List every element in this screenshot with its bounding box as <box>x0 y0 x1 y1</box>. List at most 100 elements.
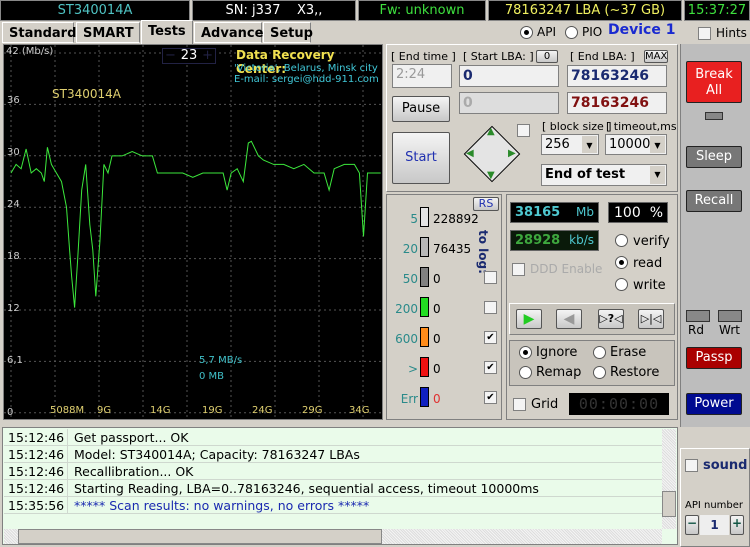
api-label: API <box>537 25 556 39</box>
pio-radio[interactable] <box>565 26 578 39</box>
end-action-value: End of test <box>545 167 626 182</box>
percent-display: 100% <box>608 202 668 223</box>
timeout-value: 10000 <box>609 137 651 152</box>
read-indicator <box>686 310 710 322</box>
log-vertical-scrollbar[interactable] <box>662 429 676 529</box>
direction-checkbox[interactable] <box>517 124 530 137</box>
butterfly-icon[interactable]: ▷|◁ <box>638 309 664 329</box>
block-size-label: [ block size ] <box>542 120 612 133</box>
random-access-icon[interactable]: ▷?◁ <box>598 309 624 329</box>
start-lba-field[interactable]: 0 <box>459 65 559 87</box>
y-tick: 6,1 <box>7 355 23 366</box>
promo-line1: 'Victoria', Belarus, Minsk city <box>234 63 378 74</box>
zoom-spinner[interactable]: −23 + <box>162 48 216 64</box>
log-checkbox[interactable]: ✔ <box>484 361 497 374</box>
color-swatch <box>420 387 429 407</box>
direction-pad[interactable]: ▲ ▼ ◀ ▶ <box>462 124 522 184</box>
log-row: 15:12:46 Get passport... OK <box>4 429 662 446</box>
y-tick: 24 <box>7 199 20 210</box>
log-checkbox[interactable]: ✔ <box>484 391 497 404</box>
log-checkbox[interactable]: ✔ <box>484 331 497 344</box>
log-time: 15:35:56 <box>4 497 68 514</box>
tab-tests[interactable]: Tests <box>141 20 193 44</box>
api-number-minus[interactable]: − <box>685 515 699 535</box>
threshold-label: 50 <box>402 272 418 286</box>
api-number-label: API number <box>685 500 744 511</box>
ignore-radio[interactable] <box>519 346 532 359</box>
read-radio[interactable] <box>615 256 628 269</box>
play-backward-icon[interactable]: ◀ <box>556 309 582 329</box>
timeout-select[interactable]: 10000 ▼ <box>605 134 667 155</box>
threshold-label: 600 <box>395 332 418 346</box>
chevron-down-icon[interactable]: ▼ <box>582 136 597 153</box>
log-horizontal-scrollbar[interactable] <box>4 529 662 544</box>
chevron-down-icon[interactable]: ▼ <box>650 166 665 184</box>
max-lba-button[interactable]: MAX <box>644 50 668 63</box>
count-value: 0 <box>433 272 441 286</box>
log-message: Model: ST340014A; Capacity: 78163247 LBA… <box>74 447 360 462</box>
threshold-label: 200 <box>395 302 418 316</box>
restore-radio[interactable] <box>593 366 606 379</box>
tab-advanced[interactable]: Advanced <box>194 22 273 43</box>
grid-checkbox[interactable] <box>513 398 526 411</box>
arrow-right-icon[interactable]: ▶ <box>508 148 516 159</box>
write-radio[interactable] <box>615 278 628 291</box>
mb-unit: Mb <box>576 205 594 219</box>
pause-button[interactable]: Pause <box>392 96 450 122</box>
start-lba-zero-button[interactable]: 0 <box>536 50 558 63</box>
break-all-button[interactable]: Break All <box>686 61 742 103</box>
promo-line2: E-mail: sergei@hdd-911.com <box>234 74 379 85</box>
play-forward-icon[interactable]: ▶ <box>516 309 542 329</box>
arrow-up-icon[interactable]: ▲ <box>487 126 495 137</box>
chevron-down-icon[interactable]: ▼ <box>650 136 665 153</box>
log-checkbox[interactable] <box>484 271 497 284</box>
ignore-label: Ignore <box>536 345 578 360</box>
block-size-select[interactable]: 256 ▼ <box>541 134 599 155</box>
x-tick: 29G <box>302 405 323 416</box>
hints-checkbox[interactable] <box>698 27 711 40</box>
start-button[interactable]: Start <box>392 132 450 184</box>
mb-display: 38165 Mb <box>510 202 599 223</box>
verify-radio[interactable] <box>615 234 628 247</box>
sound-checkbox[interactable] <box>685 459 698 472</box>
color-swatch <box>420 357 429 377</box>
end-lba-field[interactable]: 78163246 <box>567 65 667 87</box>
power-button[interactable]: Power <box>686 393 742 415</box>
rd-label: Rd <box>688 323 704 337</box>
speed-line <box>10 140 381 308</box>
current-mb: 0 MB <box>199 371 225 382</box>
stat-row: 50 0 <box>393 267 498 291</box>
serial: SN: j337 <box>225 3 281 18</box>
api-radio[interactable] <box>520 26 533 39</box>
direction-toolbar: ▶ ◀ ▷?◁ ▷|◁ <box>509 303 675 335</box>
log-checkbox[interactable] <box>484 301 497 314</box>
x-tick: 5088M <box>50 405 85 416</box>
start-lba-label: [ Start LBA: ] <box>463 50 534 63</box>
arrow-down-icon[interactable]: ▼ <box>487 170 495 181</box>
log-time: 15:12:46 <box>4 429 68 446</box>
tab-smart[interactable]: SMART <box>76 22 140 43</box>
y-tick: 18 <box>7 251 20 262</box>
api-number-plus[interactable]: + <box>730 515 744 535</box>
pio-label: PIO <box>582 25 603 39</box>
count-value: 76435 <box>433 242 472 256</box>
recall-button[interactable]: Recall <box>686 190 742 212</box>
sleep-button[interactable]: Sleep <box>686 146 742 168</box>
remap-radio[interactable] <box>519 366 532 379</box>
stat-row: Err 0 <box>393 387 498 411</box>
end-action-select[interactable]: End of test ▼ <box>541 164 667 186</box>
tab-standard[interactable]: Standard <box>2 22 76 43</box>
end-time-field[interactable]: 2:24 <box>392 64 452 88</box>
firmware-display: Fw: unknown <box>358 0 486 21</box>
y-tick: 0 <box>7 407 14 418</box>
arrow-left-icon[interactable]: ◀ <box>466 148 474 159</box>
stat-row: 20 76435 <box>393 237 498 261</box>
erase-radio[interactable] <box>593 346 606 359</box>
serial-display: SN: j337 X3,, <box>192 0 356 21</box>
end-lba-label: [ End LBA: ] <box>570 50 635 63</box>
api-number-field[interactable]: 1 <box>700 515 729 535</box>
passp-button[interactable]: Passp <box>686 347 742 369</box>
tab-setup[interactable]: Setup <box>263 22 313 43</box>
count-value: 0 <box>433 392 441 406</box>
restore-label: Restore <box>610 365 660 380</box>
